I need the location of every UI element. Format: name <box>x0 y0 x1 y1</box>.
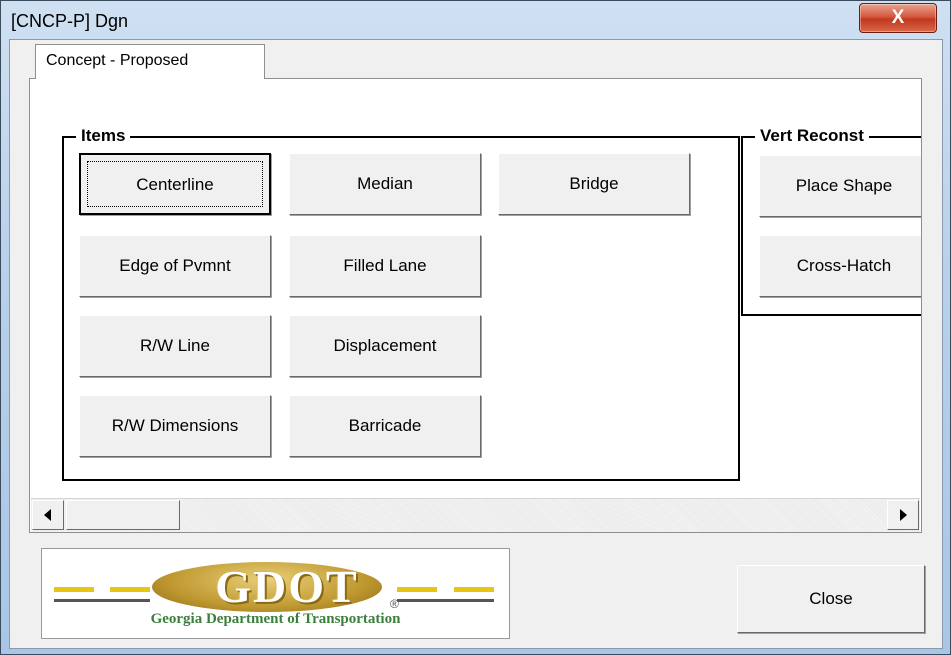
logo-stripe <box>54 599 150 602</box>
place-shape-button[interactable]: Place Shape <box>759 155 921 217</box>
close-icon: X <box>891 7 905 28</box>
logo-stripe <box>454 587 494 592</box>
logo-stripe <box>397 587 437 592</box>
scroll-left-button[interactable] <box>32 500 64 530</box>
tab-panel: Items Centerline Median Bridge Edge of P… <box>29 78 922 533</box>
window-close-button[interactable]: X <box>859 3 937 33</box>
title-bar[interactable]: [CNCP-P] Dgn X <box>1 1 950 39</box>
filled-lane-button[interactable]: Filled Lane <box>289 235 481 297</box>
scroll-thumb[interactable] <box>66 500 180 530</box>
horizontal-scrollbar[interactable] <box>31 498 920 532</box>
logo-registered-mark: ® <box>390 597 399 611</box>
displacement-button[interactable]: Displacement <box>289 315 481 377</box>
cross-hatch-button[interactable]: Cross-Hatch <box>759 235 921 297</box>
logo-caption: Georgia Department of Transportation <box>150 611 401 627</box>
arrow-left-icon <box>44 509 51 521</box>
edge-of-pvmnt-button[interactable]: Edge of Pvmnt <box>79 235 271 297</box>
centerline-button-label: Centerline <box>87 161 263 207</box>
window-title: [CNCP-P] Dgn <box>11 11 129 31</box>
rw-dimensions-button[interactable]: R/W Dimensions <box>79 395 271 457</box>
logo-stripe <box>110 587 150 592</box>
vert-reconst-group-label: Vert Reconst <box>755 127 869 145</box>
arrow-right-icon <box>900 509 907 521</box>
bridge-button[interactable]: Bridge <box>498 153 690 215</box>
logo-wordmark: GDOT <box>215 561 359 612</box>
logo-stripe <box>54 587 94 592</box>
items-group-label: Items <box>76 127 131 145</box>
barricade-button[interactable]: Barricade <box>289 395 481 457</box>
close-button[interactable]: Close <box>737 565 925 633</box>
rw-line-button[interactable]: R/W Line <box>79 315 271 377</box>
gdot-logo: GDOT ® Georgia Department of Transportat… <box>41 548 510 639</box>
tab-concept-proposed[interactable]: Concept - Proposed <box>35 44 265 79</box>
median-button[interactable]: Median <box>289 153 481 215</box>
scroll-right-button[interactable] <box>887 500 919 530</box>
centerline-button[interactable]: Centerline <box>79 153 271 215</box>
logo-stripe <box>397 599 494 602</box>
